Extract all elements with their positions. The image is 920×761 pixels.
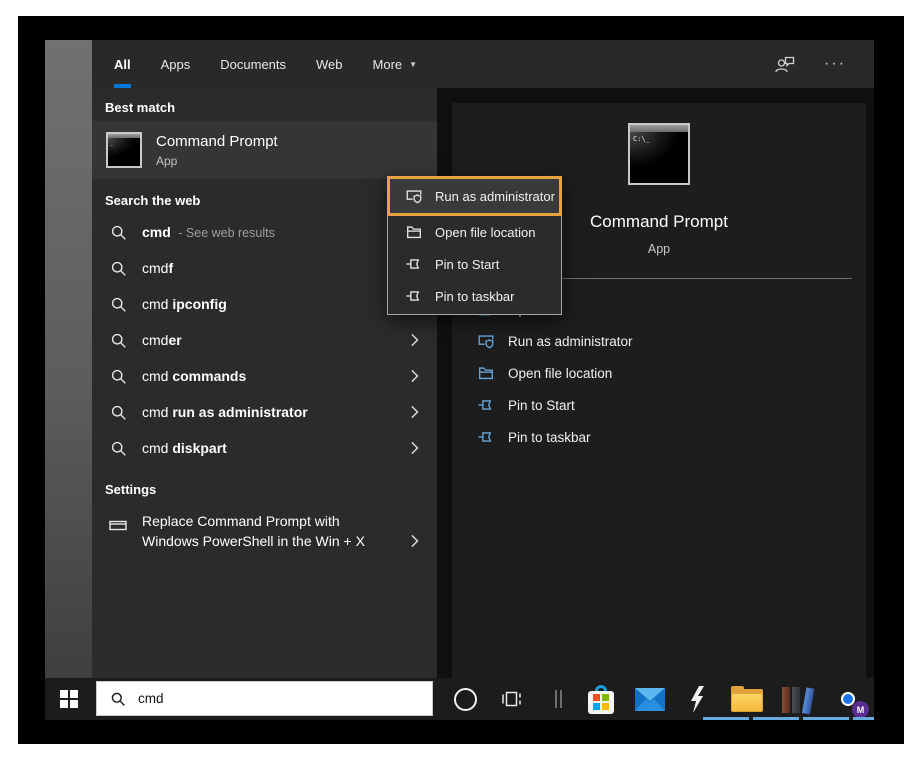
tab-more[interactable]: More▼	[373, 40, 418, 88]
search-icon	[110, 440, 127, 457]
task-view-button[interactable]	[496, 678, 526, 720]
pin-icon	[477, 396, 495, 414]
mail-icon	[635, 688, 665, 711]
running-app-indicator	[803, 717, 849, 720]
search-input[interactable]	[136, 690, 390, 707]
search-icon	[110, 224, 127, 241]
search-suggestion[interactable]: cmd commands	[92, 358, 437, 394]
preview-action-run-as-administrator[interactable]: Run as administrator	[452, 325, 866, 357]
screenshot: All Apps Documents Web More▼ ···	[0, 0, 920, 761]
folder-icon	[405, 223, 423, 241]
run-as-admin-icon	[405, 187, 423, 205]
search-suggestion[interactable]: cmd diskpart	[92, 430, 437, 466]
tab-apps[interactable]: Apps	[161, 40, 191, 88]
file-explorer-icon	[731, 686, 763, 712]
lightning-app-button[interactable]	[683, 678, 713, 720]
see-more-icon[interactable]: ···	[824, 59, 846, 69]
preview-title: Command Prompt	[590, 212, 728, 232]
search-suggestion[interactable]: cmd run as administrator	[92, 394, 437, 430]
search-icon	[110, 368, 127, 385]
tab-web[interactable]: Web	[316, 40, 343, 88]
section-search-the-web: Search the web	[92, 179, 437, 214]
tab-documents[interactable]: Documents	[220, 40, 286, 88]
command-prompt-icon: _	[106, 132, 142, 168]
running-app-indicator	[703, 717, 749, 720]
screenshot-frame: All Apps Documents Web More▼ ···	[18, 16, 904, 744]
chrome-profile-badge: M	[852, 701, 869, 718]
chrome-button[interactable]: M	[826, 678, 870, 720]
search-flyout: All Apps Documents Web More▼ ···	[92, 40, 874, 678]
search-icon	[110, 260, 127, 277]
tab-all[interactable]: All	[114, 40, 131, 88]
context-menu-run-as-administrator[interactable]: Run as administrator	[387, 176, 562, 216]
section-best-match: Best match	[92, 88, 437, 121]
chrome-icon: M	[833, 684, 863, 714]
books-icon	[780, 685, 814, 713]
taskbar: M	[45, 678, 874, 720]
section-settings: Settings	[92, 466, 437, 503]
running-app-indicator	[753, 717, 799, 720]
chevron-right-icon[interactable]	[410, 405, 419, 420]
context-menu: Run as administrator Open file location …	[387, 176, 562, 315]
folder-icon	[477, 364, 495, 382]
lightning-icon	[690, 686, 707, 713]
chevron-down-icon: ▼	[409, 60, 417, 69]
results-panel: Best match _ Command Prompt App Search t…	[92, 88, 437, 678]
search-icon	[110, 691, 126, 707]
feedback-icon[interactable]	[774, 54, 796, 74]
chevron-right-icon[interactable]	[410, 534, 419, 549]
chevron-right-icon[interactable]	[410, 441, 419, 456]
taskbar-separator	[553, 678, 563, 720]
cortana-button[interactable]	[450, 678, 480, 720]
pin-icon	[477, 428, 495, 446]
run-as-admin-icon	[477, 332, 495, 350]
settings-result[interactable]: Replace Command Prompt with Windows Powe…	[92, 503, 437, 561]
command-prompt-icon-large: C:\_	[628, 123, 690, 185]
search-tabs-bar: All Apps Documents Web More▼ ···	[92, 40, 874, 88]
mail-button[interactable]	[632, 678, 668, 720]
search-suggestion[interactable]: cmd ipconfig	[92, 286, 437, 322]
best-match-subtitle: App	[156, 154, 278, 168]
file-explorer-button[interactable]	[727, 678, 767, 720]
microsoft-store-icon	[588, 685, 614, 714]
microsoft-store-button[interactable]	[584, 678, 618, 720]
context-menu-open-file-location[interactable]: Open file location	[388, 216, 561, 248]
desktop-background-sliver	[45, 40, 92, 678]
search-suggestion[interactable]: cmd - See web results	[92, 214, 437, 250]
context-menu-pin-to-taskbar[interactable]: Pin to taskbar	[388, 280, 561, 312]
pin-icon	[405, 287, 423, 305]
best-match-title: Command Prompt	[156, 133, 278, 150]
search-icon	[110, 332, 127, 349]
running-app-indicator	[853, 717, 874, 720]
search-suggestion[interactable]: cmdf	[92, 250, 437, 286]
context-menu-pin-to-start[interactable]: Pin to Start	[388, 248, 561, 280]
start-button[interactable]	[45, 678, 92, 720]
library-app-button[interactable]	[777, 678, 817, 720]
preview-action-pin-to-taskbar[interactable]: Pin to taskbar	[452, 421, 866, 453]
pin-icon	[405, 255, 423, 273]
chevron-right-icon[interactable]	[410, 369, 419, 384]
preview-subtitle: App	[648, 242, 670, 256]
chevron-right-icon[interactable]	[410, 333, 419, 348]
search-icon	[110, 404, 127, 421]
preview-action-pin-to-start[interactable]: Pin to Start	[452, 389, 866, 421]
taskbar-search-box[interactable]	[96, 681, 433, 716]
task-view-icon	[500, 689, 522, 709]
best-match-result[interactable]: _ Command Prompt App	[92, 121, 437, 179]
search-icon	[110, 296, 127, 313]
windows-logo-icon	[60, 690, 78, 708]
cortana-icon	[454, 688, 477, 711]
preview-action-open-file-location[interactable]: Open file location	[452, 357, 866, 389]
search-suggestion[interactable]: cmder	[92, 322, 437, 358]
settings-result-label: Replace Command Prompt with Windows Powe…	[142, 511, 366, 551]
window-setting-icon	[108, 515, 128, 535]
